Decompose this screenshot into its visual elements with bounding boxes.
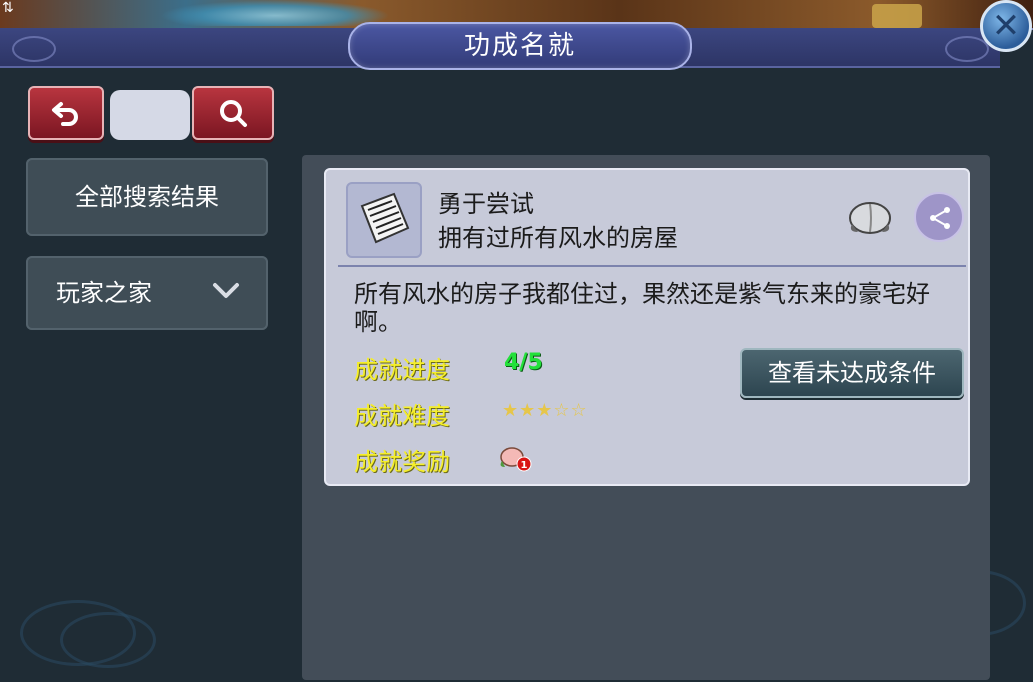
difficulty-label: 成就难度 (354, 402, 450, 430)
achievement-name: 勇于尝试 (438, 190, 534, 218)
back-button[interactable] (28, 86, 104, 140)
lucky-cat-icon (872, 4, 922, 28)
search-input[interactable] (110, 90, 190, 140)
progress-value: 4/5 (504, 350, 543, 375)
difficulty-stars: ★★★☆☆ (502, 400, 588, 421)
sidebar-item-label: 玩家之家 (56, 279, 152, 307)
title-plate: 功成名就 (348, 22, 692, 70)
magnifier-icon (220, 100, 247, 127)
background-decoration (160, 0, 390, 26)
reward-label: 成就奖励 (354, 448, 450, 476)
share-button[interactable] (914, 192, 964, 242)
sort-arrows-icon: ⇅ (2, 0, 14, 16)
scroll-paper-icon (360, 192, 410, 244)
achievement-subtitle: 拥有过所有风水的房屋 (438, 224, 678, 252)
divider (338, 265, 966, 267)
sidebar-item-label: 全部搜索结果 (75, 183, 219, 211)
achievement-description: 所有风水的房子我都住过，果然还是紫气东来的豪宅好啊。 (354, 280, 930, 336)
chevron-down-icon (213, 283, 239, 298)
progress-label: 成就进度 (354, 356, 450, 384)
close-icon: ✕ (991, 6, 1021, 46)
silver-peach-icon (849, 202, 891, 234)
achievement-icon-frame (346, 182, 422, 258)
peach-reward-icon[interactable]: 1 (496, 440, 536, 476)
search-button[interactable] (192, 86, 274, 140)
share-icon (930, 207, 950, 229)
reward-count-badge: 1 (521, 460, 528, 471)
cloud-decoration (60, 612, 156, 668)
achievement-card: 勇于尝试 拥有过所有风水的房屋 所有风水的房子我都住过，果然还是紫气东来的豪宅好… (324, 168, 970, 486)
cloud-curl-decoration (12, 36, 56, 62)
sidebar-item-all-results[interactable]: 全部搜索结果 (26, 158, 268, 236)
undo-arrow-icon (52, 102, 78, 126)
window-title: 功成名就 (463, 31, 576, 61)
close-button[interactable]: ✕ (980, 0, 1032, 52)
view-unmet-conditions-button[interactable]: 查看未达成条件 (740, 348, 964, 398)
sidebar-item-player-home[interactable]: 玩家之家 (26, 256, 268, 330)
